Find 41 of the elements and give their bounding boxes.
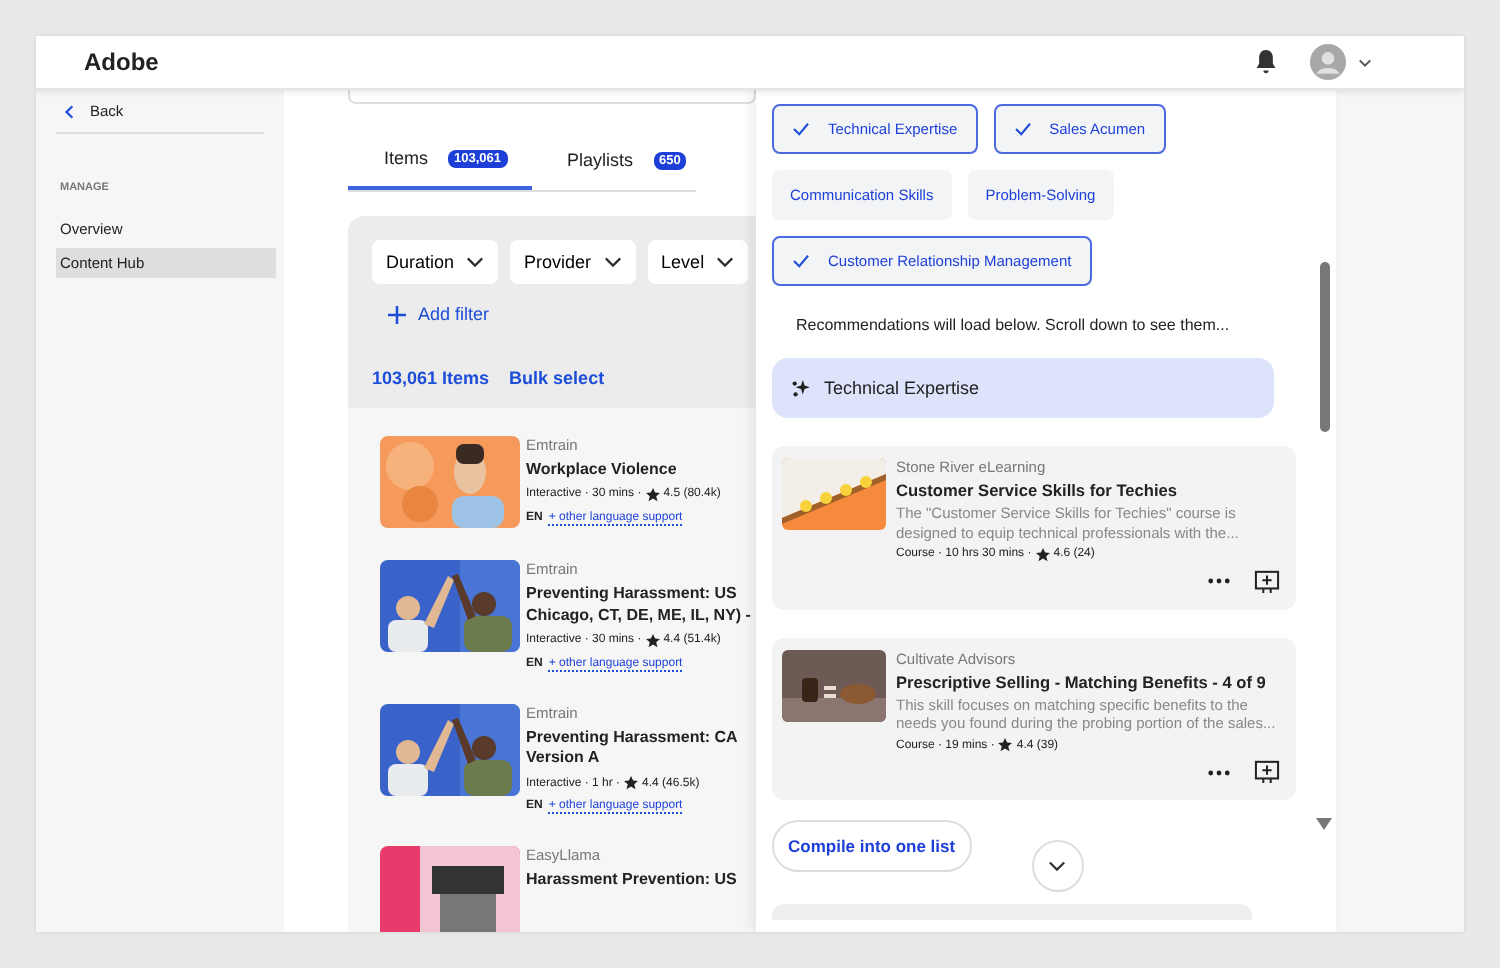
course-title[interactable]: Prescriptive Selling - Matching Benefits - 4 of 9 (896, 671, 1276, 691)
bulk-select-link[interactable]: Bulk select (509, 368, 605, 388)
filter-dropdown[interactable]: Level (647, 240, 749, 284)
course-title[interactable]: Workplace Violence (526, 460, 756, 482)
chevron-left-icon (64, 103, 74, 119)
check-icon (1013, 122, 1032, 136)
plus-icon (388, 305, 406, 323)
more-icon[interactable] (1208, 769, 1230, 775)
bell-icon[interactable] (1254, 48, 1278, 76)
item-count: 103,061 Items (372, 368, 490, 388)
star-icon (998, 738, 1013, 752)
chevron-down-icon (716, 256, 735, 268)
section-title: Technical Expertise (824, 378, 980, 398)
course-title[interactable]: Preventing Harassment: CA Version A (526, 727, 756, 771)
chevron-down-icon (1048, 860, 1067, 872)
course-card[interactable] (772, 637, 1296, 800)
search-field[interactable] (348, 90, 756, 104)
star-icon (645, 633, 660, 648)
course-title[interactable]: Harassment Prevention: US (526, 870, 756, 892)
chevron-down-icon (466, 256, 485, 268)
course-title[interactable]: Preventing Harassment: US Chicago, CT, DE, ME, IL, NY) - (526, 584, 756, 628)
star-icon (1035, 547, 1050, 561)
compile-button[interactable]: Compile into one list (772, 820, 972, 872)
logo-text: Adobe (84, 48, 159, 76)
scrollbar-thumb[interactable] (1320, 262, 1330, 432)
check-icon (792, 254, 810, 268)
more-icon[interactable] (1208, 578, 1230, 584)
sparkle-icon (792, 379, 810, 397)
check-icon (792, 122, 810, 136)
chevron-down-icon (603, 256, 622, 268)
add-filter-link[interactable]: Add filter (388, 304, 756, 324)
course-title[interactable]: Customer Service Skills for Techies (896, 480, 1276, 500)
notice-text: Recommendations will load below. Scroll down to see them... (796, 316, 1232, 334)
chevron-down-icon[interactable] (1358, 57, 1372, 67)
star-icon (624, 776, 639, 791)
add-to-list-icon[interactable] (1254, 569, 1280, 593)
star-icon (645, 487, 660, 502)
add-to-list-icon[interactable] (1254, 760, 1280, 784)
filter-dropdown[interactable]: Provider (510, 240, 636, 284)
scroll-down-arrow-icon[interactable] (1316, 818, 1332, 830)
filter-dropdown[interactable]: Duration (372, 240, 499, 284)
